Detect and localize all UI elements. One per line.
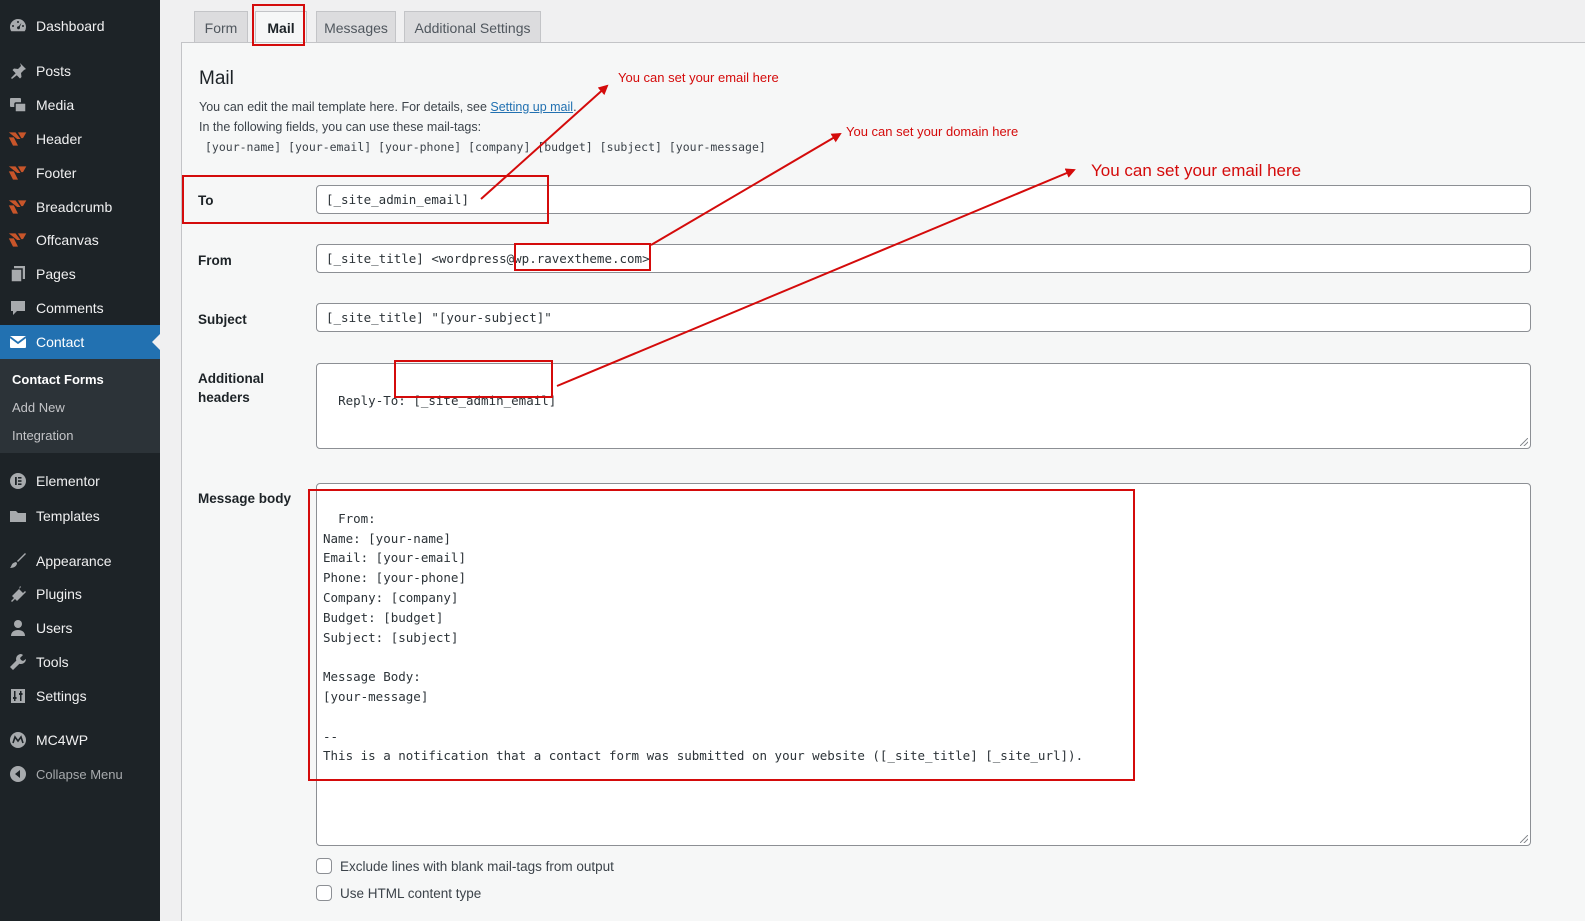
sidebar-item-templates[interactable]: Templates xyxy=(0,499,160,533)
comment-icon xyxy=(0,298,36,318)
mc4wp-icon xyxy=(0,730,36,750)
tab-additional-settings[interactable]: Additional Settings xyxy=(404,11,541,43)
exclude-blank-option: Exclude lines with blank mail-tags from … xyxy=(316,858,614,874)
collapse-arrow-icon xyxy=(0,764,36,784)
sidebar-label: Settings xyxy=(36,688,87,704)
collapse-menu-button[interactable]: Collapse Menu xyxy=(0,757,160,791)
elementor-icon xyxy=(0,471,36,491)
sidebar-label: Footer xyxy=(36,165,77,181)
additional-headers-textarea[interactable]: Reply-To: [_site_admin_email] xyxy=(316,363,1531,449)
message-body-label: Message body xyxy=(198,491,292,506)
mail-description: You can edit the mail template here. For… xyxy=(199,100,577,114)
sidebar-label: Breadcrumb xyxy=(36,199,113,215)
resize-handle[interactable] xyxy=(1520,438,1528,446)
paintbrush-icon xyxy=(0,551,36,571)
sidebar-item-posts[interactable]: Posts xyxy=(0,54,160,88)
sidebar-item-tools[interactable]: Tools xyxy=(0,645,160,679)
sidebar-item-pages[interactable]: Pages xyxy=(0,257,160,291)
sidebar-label: Pages xyxy=(36,266,76,282)
additional-headers-value: Reply-To: [_site_admin_email] xyxy=(338,392,557,408)
sidebar-label: Elementor xyxy=(36,473,100,489)
annotation-note-reply-to: You can set your email here xyxy=(1091,161,1302,180)
sidebar-item-breadcrumb[interactable]: Breadcrumb xyxy=(0,190,160,224)
to-input[interactable]: [_site_admin_email] xyxy=(316,185,1531,214)
sidebar-item-users[interactable]: Users xyxy=(0,611,160,645)
media-icon xyxy=(0,95,36,115)
to-label: To xyxy=(198,193,214,208)
from-label: From xyxy=(198,253,232,268)
mail-tags-intro: In the following fields, you can use the… xyxy=(199,120,482,134)
dashboard-icon xyxy=(0,16,36,36)
sidebar-label: Dashboard xyxy=(36,18,105,34)
sidebar-item-contact[interactable]: Contact xyxy=(0,325,160,359)
theme-logo-icon xyxy=(0,197,36,217)
sidebar-item-elementor[interactable]: Elementor xyxy=(0,464,160,498)
message-body-value: From: Name: [your-name] Email: [your-ema… xyxy=(323,510,1084,764)
tab-messages[interactable]: Messages xyxy=(316,11,396,43)
sidebar-label: Header xyxy=(36,131,82,147)
sidebar-item-comments[interactable]: Comments xyxy=(0,291,160,325)
sidebar-label: Tools xyxy=(36,654,69,670)
exclude-blank-checkbox[interactable] xyxy=(316,858,332,874)
sidebar-item-header[interactable]: Header xyxy=(0,122,160,156)
description-text: You can edit the mail template here. For… xyxy=(199,100,491,114)
setting-up-mail-link[interactable]: Setting up mail xyxy=(490,100,573,114)
pin-icon xyxy=(0,61,36,81)
sidebar-label: MC4WP xyxy=(36,732,89,748)
sidebar-label: Comments xyxy=(36,300,104,316)
sidebar-label: Appearance xyxy=(36,553,112,569)
user-icon xyxy=(0,618,36,638)
sidebar-label: Users xyxy=(36,620,73,636)
submenu-item-add-new[interactable]: Add New xyxy=(12,400,65,415)
theme-logo-icon xyxy=(0,230,36,250)
from-input[interactable]: [_site_title] <wordpress@wp.ravextheme.c… xyxy=(316,244,1531,273)
sidebar-item-mc4wp[interactable]: MC4WP xyxy=(0,723,160,757)
annotation-note-domain: You can set your domain here xyxy=(846,124,1019,139)
use-html-checkbox[interactable] xyxy=(316,885,332,901)
admin-sidebar: Dashboard Posts Media Header Footer Brea… xyxy=(0,0,160,921)
tab-form[interactable]: Form xyxy=(194,11,248,43)
mail-tags-list: [your-name] [your-email] [your-phone] [c… xyxy=(205,140,766,154)
sidebar-item-appearance[interactable]: Appearance xyxy=(0,544,160,578)
sidebar-label: Offcanvas xyxy=(36,232,99,248)
submenu-item-integration[interactable]: Integration xyxy=(12,428,73,443)
sidebar-label: Plugins xyxy=(36,586,82,602)
sidebar-item-settings[interactable]: Settings xyxy=(0,679,160,713)
resize-handle[interactable] xyxy=(1520,835,1528,843)
additional-headers-label: Additional headers xyxy=(198,371,264,405)
theme-logo-icon xyxy=(0,129,36,149)
use-html-label: Use HTML content type xyxy=(340,885,482,901)
pages-icon xyxy=(0,264,36,284)
description-punctuation: . xyxy=(573,100,577,114)
plugin-icon xyxy=(0,584,36,604)
wrench-icon xyxy=(0,652,36,672)
sidebar-label: Posts xyxy=(36,63,72,79)
folder-icon xyxy=(0,506,36,526)
submenu-item-contact-forms[interactable]: Contact Forms xyxy=(12,372,104,387)
annotation-note-to-email: You can set your email here xyxy=(618,70,779,85)
contact-submenu: Contact Forms Add New Integration xyxy=(0,359,160,453)
sidebar-label: Templates xyxy=(36,508,100,524)
use-html-option: Use HTML content type xyxy=(316,885,481,901)
sidebar-item-plugins[interactable]: Plugins xyxy=(0,577,160,611)
sidebar-label: Collapse Menu xyxy=(36,766,123,782)
sidebar-item-offcanvas[interactable]: Offcanvas xyxy=(0,223,160,257)
message-body-textarea[interactable]: From: Name: [your-name] Email: [your-ema… xyxy=(316,483,1531,846)
sidebar-label: Contact xyxy=(36,334,85,350)
subject-label: Subject xyxy=(198,312,247,327)
section-title: Mail xyxy=(199,68,234,89)
exclude-blank-label: Exclude lines with blank mail-tags from … xyxy=(340,858,614,874)
theme-logo-icon xyxy=(0,163,36,183)
settings-sliders-icon xyxy=(0,686,36,706)
sidebar-item-footer[interactable]: Footer xyxy=(0,156,160,190)
subject-input[interactable]: [_site_title] "[your-subject]" xyxy=(316,303,1531,332)
sidebar-item-dashboard[interactable]: Dashboard xyxy=(0,9,160,43)
tab-mail[interactable]: Mail xyxy=(255,11,307,44)
envelope-icon xyxy=(0,332,36,352)
sidebar-item-media[interactable]: Media xyxy=(0,88,160,122)
sidebar-label: Media xyxy=(36,97,75,113)
